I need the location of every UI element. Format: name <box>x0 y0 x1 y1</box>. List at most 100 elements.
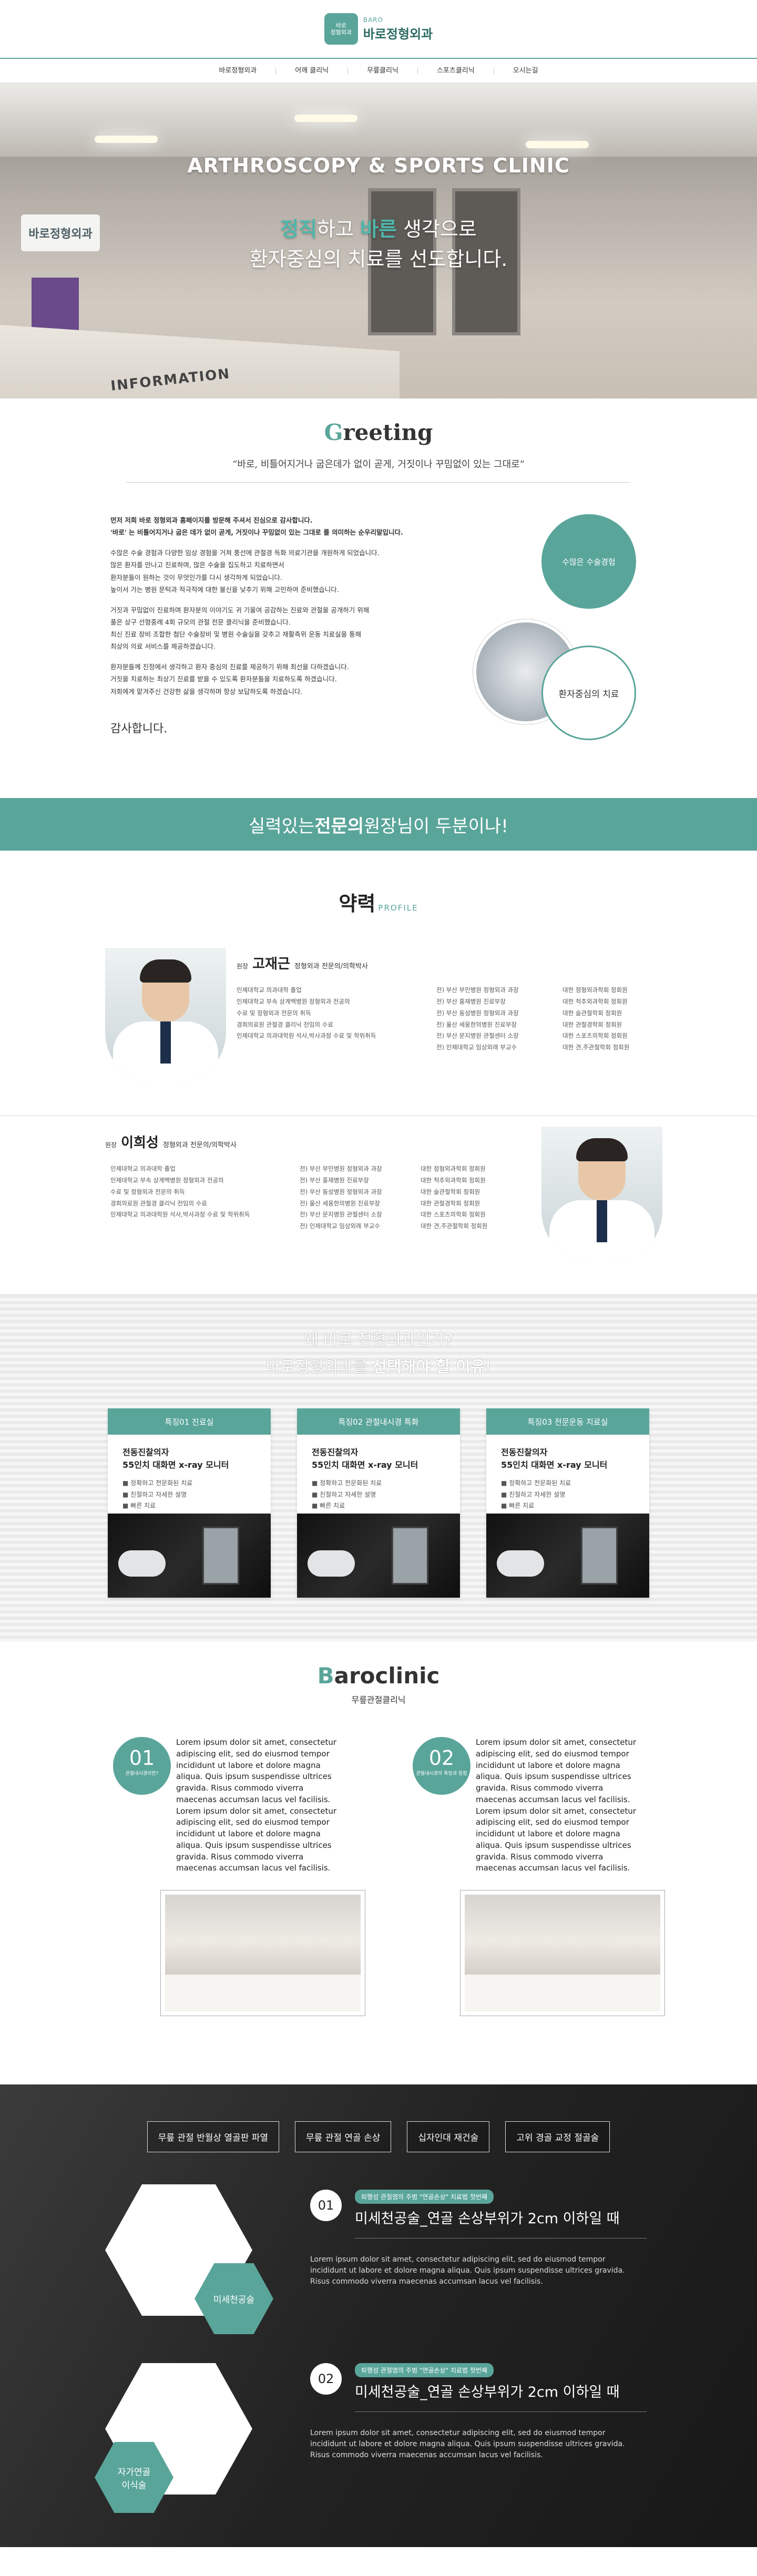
hero-line-2: 환자중심의 치료를 선도합니다. <box>249 248 508 271</box>
image-hand <box>118 1550 166 1577</box>
doctor-desc: 정형외과 전문의/의학박사 <box>162 1141 237 1149</box>
greeting-quote: “바로, 비틀어지거나 굽은데가 없이 곧게, 거짓이나 꾸밈없이 있는 그대로… <box>232 459 525 470</box>
tab-acl[interactable]: 십자인대 재건술 <box>407 2121 490 2152</box>
feature-item: ■ 정확하고 전문화된 치료 <box>501 1479 571 1487</box>
career-item: 인제대학교 부속 상계백병원 정형외과 전공의 <box>237 997 350 1005</box>
feature-card-2[interactable]: 특징02 관절내시경 특화 전동진찰의자 55인치 대화면 x-ray 모니터 … <box>297 1408 460 1598</box>
career-item: 전) 부산 문지병원 관절센터 소장 <box>300 1211 382 1219</box>
hero-highlight-1: 정직 <box>280 218 318 241</box>
treatment-number: 02 <box>310 2363 342 2395</box>
treatment-row-1: 01 퇴행성 관절염의 주범 "연골손상" 치료법 첫번째 미세천공술_연골 손… <box>310 2190 647 2287</box>
career-item: 대한 스포츠의학회 정회원 <box>562 1032 628 1040</box>
hero-title: ARTHROSCOPY & SPORTS CLINIC <box>187 154 570 177</box>
greeting-title-first: G <box>324 420 343 445</box>
career-item: 대한 슬관절학회 정회원 <box>562 1009 622 1017</box>
career-item: 전) 부산 홍재병원 진료부장 <box>300 1176 369 1184</box>
hero-highlight-2: 바른 <box>360 218 397 241</box>
doctor-tie <box>160 1021 171 1064</box>
nav-item-sports[interactable]: 스포츠클리닉 <box>418 67 494 75</box>
feature-card-3[interactable]: 특징03 전문운동 치료실 전동진찰의자 55인치 대화면 x-ray 모니터 … <box>486 1408 649 1598</box>
treatment-number: 01 <box>310 2190 342 2221</box>
tab-osteotomy[interactable]: 고위 경골 교정 절골술 <box>505 2121 610 2152</box>
page: 바로 정형외과 BARO 바로정형외과 바로정형외과 어깨 클리닉 무릎클리닉 … <box>0 0 757 2547</box>
feature-item: ■ 정확하고 전문화된 치료 <box>312 1479 382 1487</box>
feature-card-title: 전동진찰의자 55인치 대화면 x-ray 모니터 <box>122 1447 229 1470</box>
baroclinic-title-rest: aroclinic <box>334 1663 440 1689</box>
greeting-paragraph: 먼저 저희 바로 정형외과 홈페이지를 방문해 주셔서 진심으로 감사합니다. … <box>110 516 403 537</box>
image-device <box>581 1527 618 1585</box>
nav-item-location[interactable]: 오시는길 <box>494 67 557 75</box>
career-item: 대한 관절경학회 정회원 <box>562 1020 622 1028</box>
nav-item-shoulder[interactable]: 어깨 클리닉 <box>276 67 349 75</box>
feature-item: ■ 친절하고 자세한 설명 <box>312 1490 376 1498</box>
doctor-name: 이희성 <box>121 1135 159 1151</box>
ceiling-lamp <box>95 136 158 143</box>
nav-item-baro[interactable]: 바로정형외과 <box>200 67 277 75</box>
doctor-hair <box>576 1138 628 1161</box>
tab-cartilage[interactable]: 무릎 관절 연골 손상 <box>295 2121 392 2152</box>
greeting-title-rest: reeting <box>343 420 433 445</box>
logo[interactable]: 바로 정형외과 BARO 바로정형외과 <box>324 13 433 45</box>
feature-card-1[interactable]: 특징01 진료실 전동진찰의자 55인치 대화면 x-ray 모니터 ■ 정확하… <box>108 1408 271 1598</box>
greeting-body: 먼저 저희 바로 정형외과 홈페이지를 방문해 주셔서 진심으로 감사합니다. … <box>110 514 647 788</box>
nav-item-knee[interactable]: 무릎클리닉 <box>348 67 418 75</box>
treatment-title: 미세천공술_연골 손상부위가 2cm 이하일 때 <box>355 2384 620 2400</box>
career-item: 대한 정형외과학회 정회원 <box>562 986 628 994</box>
feature-card-image <box>297 1514 460 1598</box>
career-item: 대한 척추외과학회 정회원 <box>562 997 628 1005</box>
why-section: 왜 바로 정형외과인가? 바로정형외과를 선택해야 할 이유! 특징01 진료실… <box>0 1295 757 1642</box>
feature-card-title: 전동진찰의자 55인치 대화면 x-ray 모니터 <box>312 1447 418 1470</box>
doctor-career-col: 대한 정형외과학회 정회원 대한 척추외과학회 정회원 대한 슬관절학회 정회원… <box>421 1163 487 1232</box>
baroclinic-col-2: 02 관절내시경의 특징과 장점 Lorem ipsum dolor sit am… <box>413 1737 665 2016</box>
treatment-hex-1: 미세천공술 <box>105 2184 273 2334</box>
greeting-paragraph: 거짓과 꾸밈없이 진료하며 환자분의 이야기도 귀 기울여 공감하는 진료와 관… <box>110 606 370 651</box>
career-item: 대한 견,주관절학회 정회원 <box>421 1222 488 1230</box>
career-item: 인제대학교 부속 상계백병원 정형외과 전공의 <box>110 1176 224 1184</box>
greeting-signature: 감사합니다. <box>110 722 168 735</box>
feature-card-list: ■ 정확하고 전문화된 치료 ■ 친절하고 자세한 설명 ■ 빠른 치료 <box>122 1478 256 1512</box>
greeting-paragraph: 환자분들께 진정에서 생각하고 환자 중심의 진료를 제공하기 위해 최선을 다… <box>110 663 349 696</box>
career-item: 전) 인제대학교 임상외래 부교수 <box>436 1044 517 1051</box>
baroclinic-col-1: 01 관절내시경이란? Lorem ipsum dolor sit amet, c… <box>113 1737 365 2016</box>
feature-card-body: 전동진찰의자 55인치 대화면 x-ray 모니터 ■ 정확하고 전문화된 치료… <box>297 1435 460 1514</box>
image-device <box>202 1527 239 1585</box>
logo-en: BARO <box>363 16 383 24</box>
main-nav: 바로정형외과 어깨 클리닉 무릎클리닉 스포츠클리닉 오시는길 <box>0 58 757 83</box>
treatment-hex-2: 자가연골 이식술 <box>95 2363 252 2513</box>
feature-item: ■ 빠른 치료 <box>122 1502 156 1510</box>
profile-title-en: PROFILE <box>378 903 418 913</box>
baroclinic-photo <box>460 1890 665 2016</box>
career-item: 인제대학교 의과대학 졸업 <box>110 1165 176 1172</box>
specialist-banner: 실력있는 전문의 원장님이 두분이나! <box>0 798 757 851</box>
career-item: 전) 인제대학교 임상외래 부교수 <box>300 1222 380 1230</box>
logo-text: BARO 바로정형외과 <box>363 16 433 42</box>
profile-title: 약력 <box>339 892 376 915</box>
career-item: 대한 관절경학회 정회원 <box>421 1199 480 1207</box>
greeting-divider <box>126 482 631 483</box>
treatment-pill: 퇴행성 관절염의 주범 "연골손상" 치료법 첫번째 <box>355 2190 494 2204</box>
clinic-interior-image <box>465 1895 660 2011</box>
feature-item: ■ 친절하고 자세한 설명 <box>501 1490 566 1498</box>
greeting-text: 먼저 저희 바로 정형외과 홈페이지를 방문해 주셔서 진심으로 감사합니다. … <box>110 514 478 740</box>
career-item: 대한 스포츠의학회 정회원 <box>421 1211 486 1219</box>
feature-item: ■ 정확하고 전문화된 치료 <box>122 1479 193 1487</box>
career-item: 전) 부산 부민병원 정형외과 과장 <box>436 986 519 994</box>
feature-card-head: 특징03 전문운동 치료실 <box>486 1408 649 1435</box>
baroclinic-photo <box>160 1890 365 2016</box>
feature-card-image <box>486 1514 649 1598</box>
career-item: 전) 부산 동성병원 정형외과 과장 <box>300 1188 382 1195</box>
doctor-photo <box>541 1127 662 1263</box>
feature-card-body: 전동진찰의자 55인치 대화면 x-ray 모니터 ■ 정확하고 전문화된 치료… <box>108 1435 271 1514</box>
tab-meniscus[interactable]: 무릎 관절 반월상 열골판 파열 <box>147 2121 280 2152</box>
career-item: 인제대학교 의과대학 졸업 <box>237 986 302 994</box>
badge-number: 01 <box>129 1746 155 1770</box>
feature-item: ■ 친절하고 자세한 설명 <box>122 1490 187 1498</box>
treatment-tabs: 무릎 관절 반월상 열골판 파열 무릎 관절 연골 손상 십자인대 재건술 고위… <box>0 2121 757 2152</box>
treatment-section: 무릎 관절 반월상 열골판 파열 무릎 관절 연골 손상 십자인대 재건술 고위… <box>0 2084 757 2547</box>
career-item: 수료 및 정형외과 전문의 취득 <box>237 1009 311 1017</box>
hero-ceiling <box>0 83 757 157</box>
career-item: 전) 부산 문지병원 관절센터 소장 <box>436 1032 519 1040</box>
baroclinic-title-first: B <box>317 1663 334 1689</box>
career-item: 대한 견,주관절학회 정회원 <box>562 1044 630 1051</box>
greeting-paragraph: 수많은 수술 경험과 다양한 임상 경험을 거쳐 풍선에 관절경 득화 의료기관… <box>110 549 380 594</box>
